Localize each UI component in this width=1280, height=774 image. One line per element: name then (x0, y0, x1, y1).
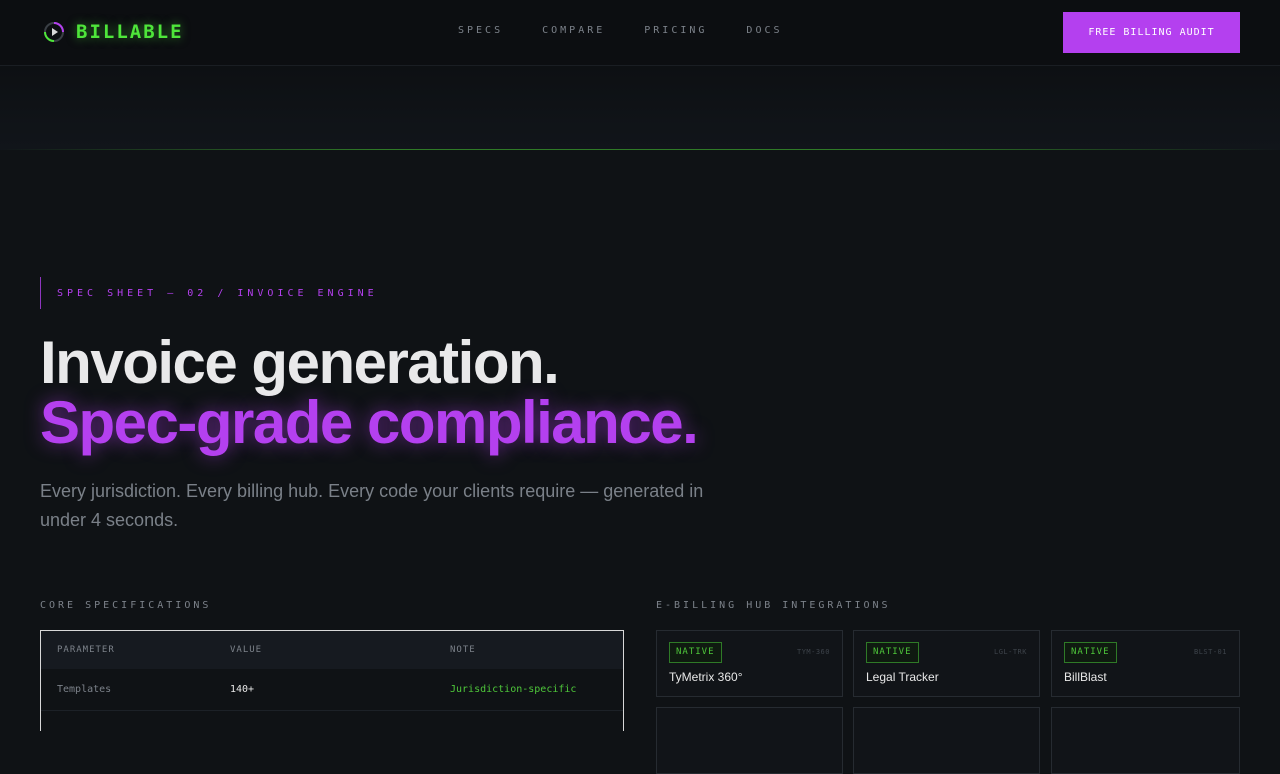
integrations-label: E-BILLING HUB INTEGRATIONS (656, 600, 891, 611)
spec-table-header: PARAMETER VALUE NOTE (41, 631, 623, 669)
spec-parameter: Templates (57, 684, 112, 695)
hub-code: BLST-01 (1193, 648, 1227, 656)
column-header-parameter: PARAMETER (57, 645, 115, 655)
nav-links: SPECS COMPARE PRICING DOCS (458, 25, 822, 36)
native-badge: NATIVE (669, 642, 722, 663)
native-badge: NATIVE (866, 642, 919, 663)
billable-logo-icon (44, 22, 64, 42)
headline-line-2: Spec-grade compliance. (40, 389, 699, 456)
brand-name: BILLABLE (76, 21, 184, 43)
spec-note: Jurisdiction-specific (450, 684, 577, 695)
table-row: Templates 140+ Jurisdiction-specific (41, 669, 623, 711)
hub-card-row2-2[interactable] (853, 707, 1040, 774)
hero-band (0, 66, 1280, 150)
column-header-value: VALUE (230, 645, 263, 655)
top-nav: BILLABLE SPECS COMPARE PRICING DOCS FREE… (0, 0, 1280, 66)
spec-table: PARAMETER VALUE NOTE Templates 140+ Juri… (40, 630, 624, 731)
nav-link-docs[interactable]: DOCS (746, 25, 782, 36)
eyebrow-label: SPEC SHEET — 02 / INVOICE ENGINE (40, 277, 378, 309)
hub-code: LGL-TRK (993, 648, 1027, 656)
hub-name: Legal Tracker (866, 670, 939, 684)
hero-subtitle: Every jurisdiction. Every billing hub. E… (40, 481, 704, 530)
hero-divider (0, 149, 1280, 150)
brand-logo[interactable]: BILLABLE (42, 20, 184, 44)
nav-link-compare[interactable]: COMPARE (542, 25, 605, 36)
hub-card-legal-tracker[interactable]: NATIVE LGL-TRK Legal Tracker (853, 630, 1040, 697)
hub-name: TyMetrix 360° (669, 670, 743, 684)
hub-card-row2-3[interactable] (1051, 707, 1240, 774)
hub-card-billblast[interactable]: NATIVE BLST-01 BillBlast (1051, 630, 1240, 697)
hub-card-tymetrix[interactable]: NATIVE TYM-360 TyMetrix 360° (656, 630, 843, 697)
headline-line-1: Invoice generation. (40, 329, 560, 396)
nav-link-specs[interactable]: SPECS (458, 25, 503, 36)
hub-card-row2-1[interactable] (656, 707, 843, 774)
hub-name: BillBlast (1064, 670, 1107, 684)
native-badge: NATIVE (1064, 642, 1117, 663)
spec-value: 140+ (230, 684, 255, 695)
core-specifications-label: CORE SPECIFICATIONS (40, 600, 212, 611)
nav-link-pricing[interactable]: PRICING (644, 25, 707, 36)
column-header-note: NOTE (450, 645, 476, 655)
free-billing-audit-button[interactable]: FREE BILLING AUDIT (1063, 12, 1240, 53)
hub-code: TYM-360 (796, 648, 830, 656)
